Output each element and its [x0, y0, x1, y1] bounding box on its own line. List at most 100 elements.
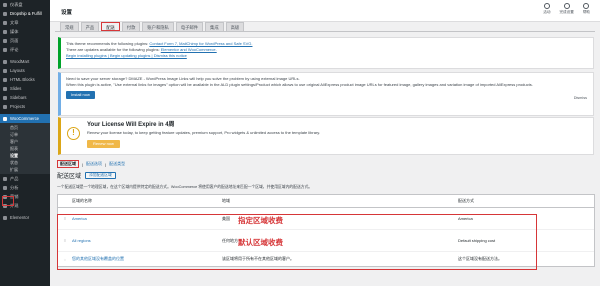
dashboard-icon — [3, 2, 7, 7]
settings-highlight-box — [2, 196, 14, 206]
sidebar-item[interactable]: WoodMart — [0, 57, 50, 66]
sidebar-item[interactable]: Elementor — [0, 213, 50, 222]
column-header: 地域 — [222, 198, 230, 203]
sidebar-item-label: HTML Blocks — [10, 77, 35, 82]
settings-tab[interactable]: 账户和隐私 — [142, 22, 174, 31]
sidebar-icon — [3, 95, 7, 100]
settings-tab[interactable]: 付款 — [121, 22, 141, 31]
sidebar-item-label: 文章 — [10, 19, 19, 25]
update-plugins-link[interactable]: Elementor and WooCommerce. — [161, 47, 217, 52]
add-shipping-zone-button[interactable]: 添加配送区域 — [85, 172, 116, 179]
settings-tab[interactable]: 产品 — [80, 22, 100, 31]
settings-tabs: 常规 产品 配送 付款 账户和隐私 电子邮件 集成 高级 — [60, 22, 245, 31]
warning-icon: ! — [67, 127, 80, 140]
notice-text: When this plugin is active, "Use externa… — [66, 82, 533, 87]
box-icon — [3, 176, 7, 181]
sidebar-item[interactable]: Layouts — [0, 66, 50, 75]
sidebar-item-label: 页面 — [10, 37, 19, 43]
plugins-notice: This theme recommends the following plug… — [58, 37, 594, 69]
page-icon — [3, 38, 7, 43]
pin-icon — [3, 20, 7, 25]
sidebar-item[interactable]: Sidebars — [0, 93, 50, 102]
sidebar-item[interactable]: 文章 — [0, 18, 50, 27]
sidebar-item-label: Elementor — [10, 215, 30, 220]
subnav-shipping-options[interactable]: 配送选项 — [86, 161, 102, 167]
sidebar-item-label: Projects — [10, 104, 26, 109]
settings-tab[interactable]: 集成 — [205, 22, 224, 31]
check-icon[interactable]: 完成设置 — [559, 3, 574, 15]
inbox-icon[interactable]: 活动 — [543, 3, 550, 15]
sidebar-item[interactable]: 产品 — [0, 174, 50, 183]
sidebar-item-label: 分析 — [10, 184, 19, 190]
sidebar-item[interactable]: 仪表盘 — [0, 0, 50, 9]
sidebar-item-label: 产品 — [10, 175, 19, 181]
elementor-icon — [3, 215, 7, 220]
woocommerce-submenu: 首页 订单 客户 报表 设置 状态 扩展 — [0, 123, 50, 174]
truck-icon — [3, 11, 7, 16]
layout-icon — [3, 68, 7, 73]
submenu-item[interactable]: 状态 — [0, 159, 50, 166]
section-title: 配送区域 — [57, 174, 82, 180]
settings-tab[interactable]: 高级 — [225, 22, 245, 31]
sidebar-item[interactable]: Slides — [0, 84, 50, 93]
image-links-notice: Need to save your server storage? DMAZE … — [58, 72, 594, 116]
section-heading: 配送区域 添加配送区域 — [57, 171, 116, 180]
section-description: 一个配送区域是一个地理区域，在这个区域内提供特定的配送方式。WooCommerc… — [57, 185, 313, 189]
woo-icon — [3, 116, 7, 121]
sidebar-item[interactable]: Projects — [0, 102, 50, 111]
settings-tab[interactable]: 电子邮件 — [175, 22, 204, 31]
recommended-plugins-link[interactable]: Contact Form 7, MailChimp for WordPress … — [149, 41, 252, 46]
sidebar-item[interactable]: 分析 — [0, 183, 50, 192]
page-title: 设置 — [61, 10, 73, 16]
install-now-button[interactable]: Install now — [66, 91, 95, 99]
media-icon — [3, 29, 7, 34]
renew-now-button[interactable]: Renew now — [87, 140, 120, 148]
comment-icon — [3, 47, 7, 52]
settings-tab[interactable]: 配送 — [101, 22, 120, 31]
shipping-subnav: 配送区域 | 配送选项 | 配送类型 — [57, 160, 125, 168]
notice-text: This theme recommends the following plug… — [66, 41, 149, 46]
sidebar-item-label: Layouts — [10, 68, 25, 73]
license-text: Renew your license today, to keep gettin… — [87, 130, 321, 135]
help-icon[interactable]: 帮助 — [583, 3, 590, 15]
sidebar-item-label: Slides — [10, 86, 22, 91]
sidebar-item[interactable]: Dropship & Fulfill — [0, 9, 50, 18]
submenu-item[interactable]: 报表 — [0, 145, 50, 152]
settings-tab[interactable]: 常规 — [60, 22, 79, 31]
sidebar-item[interactable]: 页面 — [0, 36, 50, 45]
analytics-icon — [3, 185, 7, 190]
submenu-item[interactable]: 订单 — [0, 131, 50, 138]
zones-highlight-box — [57, 214, 537, 270]
column-header: 区域的名称 — [72, 198, 92, 203]
sidebar-item[interactable]: 媒体 — [0, 27, 50, 36]
top-bar: 设置 活动 完成设置 帮助 — [50, 0, 600, 22]
html-icon — [3, 77, 7, 82]
submenu-item[interactable]: 扩展 — [0, 166, 50, 173]
notice-text: There are updates available for the foll… — [66, 47, 160, 52]
sidebar-item-label: WooCommerce — [10, 116, 40, 121]
sidebar-item-label: 仪表盘 — [10, 1, 23, 7]
woodmart-icon — [3, 59, 7, 64]
sidebar-item-label: 评论 — [10, 46, 19, 52]
license-title: Your License Will Expire in 4周 — [87, 122, 175, 128]
submenu-item[interactable]: 首页 — [0, 124, 50, 131]
sidebar-item[interactable]: WooCommerce — [0, 114, 50, 123]
subnav-shipping-zones[interactable]: 配送区域 — [57, 160, 79, 168]
submenu-item[interactable]: 客户 — [0, 138, 50, 145]
submenu-item[interactable]: 设置 — [0, 152, 50, 159]
sidebar-item[interactable]: 评论 — [0, 45, 50, 54]
tabs-divider — [55, 31, 595, 32]
admin-sidebar: 仪表盘 Dropship & Fulfill 文章媒体页面评论 WoodMart Lay… — [0, 0, 50, 286]
sidebar-item-label: WoodMart — [10, 59, 30, 64]
projects-icon — [3, 104, 7, 109]
sidebar-item-label: Dropship & Fulfill — [10, 11, 42, 16]
sidebar-item[interactable]: HTML Blocks — [0, 75, 50, 84]
column-header: 配送方式 — [458, 198, 474, 203]
slides-icon — [3, 86, 7, 91]
subnav-shipping-classes[interactable]: 配送类型 — [109, 161, 125, 167]
sidebar-item-label: Sidebars — [10, 95, 27, 100]
dismiss-link[interactable]: Dismiss — [574, 95, 587, 101]
notice-actions-links[interactable]: Begin installing plugins | Begin updatin… — [66, 53, 187, 58]
sidebar-item-label: 媒体 — [10, 28, 19, 34]
table-header: 区域的名称 地域 配送方式 — [58, 195, 594, 208]
